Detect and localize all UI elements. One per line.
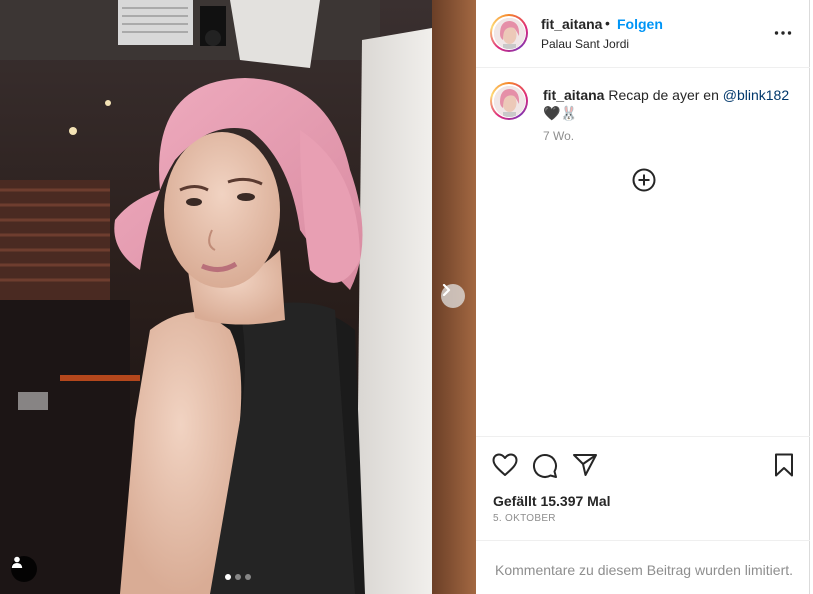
carousel-dot — [245, 574, 251, 580]
carousel-indicator — [225, 574, 251, 580]
caption-text: Recap de ayer en — [604, 87, 723, 103]
comment-icon[interactable] — [532, 453, 558, 479]
caption-timestamp[interactable]: 7 Wo. — [543, 129, 574, 143]
comments-limited-notice: Kommentare zu diesem Beitrag wurden limi… — [476, 540, 810, 594]
post-media[interactable] — [0, 0, 476, 594]
post-header: fit_aitana • Folgen Palau Sant Jordi — [476, 0, 810, 68]
user-icon — [11, 556, 23, 568]
like-heart-icon[interactable] — [492, 453, 518, 477]
post-caption: fit_aitana Recap de ayer en @blink182 🖤🐰 — [543, 86, 798, 122]
carousel-dot — [225, 574, 231, 580]
post-details-panel: fit_aitana • Folgen Palau Sant Jordi fit… — [476, 0, 810, 594]
avatar[interactable] — [490, 14, 528, 52]
post-actions-bar — [476, 436, 810, 478]
follow-button[interactable]: Folgen — [617, 16, 663, 32]
post-location[interactable]: Palau Sant Jordi — [541, 37, 629, 51]
avatar-image — [493, 17, 525, 49]
post-photo — [0, 0, 476, 594]
post-date[interactable]: 5. OKTOBER — [493, 513, 556, 524]
more-horizontal-icon[interactable] — [774, 24, 792, 42]
carousel-next-button[interactable] — [441, 284, 465, 308]
caption-mention-link[interactable]: @blink182 — [723, 87, 789, 103]
share-send-icon[interactable] — [572, 453, 598, 477]
caption-emoji: 🖤🐰 — [543, 105, 578, 121]
load-more-comments-icon[interactable] — [632, 168, 656, 192]
post-author-username[interactable]: fit_aitana — [541, 16, 602, 32]
likes-count[interactable]: Gefällt 15.397 Mal — [493, 493, 611, 509]
save-bookmark-icon[interactable] — [774, 453, 794, 477]
chevron-right-icon — [442, 284, 451, 296]
caption-avatar[interactable] — [490, 82, 528, 120]
tagged-users-button[interactable] — [11, 556, 37, 582]
separator-dot: • — [605, 15, 610, 31]
caption-username[interactable]: fit_aitana — [543, 87, 604, 103]
carousel-dot — [235, 574, 241, 580]
avatar-image — [493, 85, 525, 117]
